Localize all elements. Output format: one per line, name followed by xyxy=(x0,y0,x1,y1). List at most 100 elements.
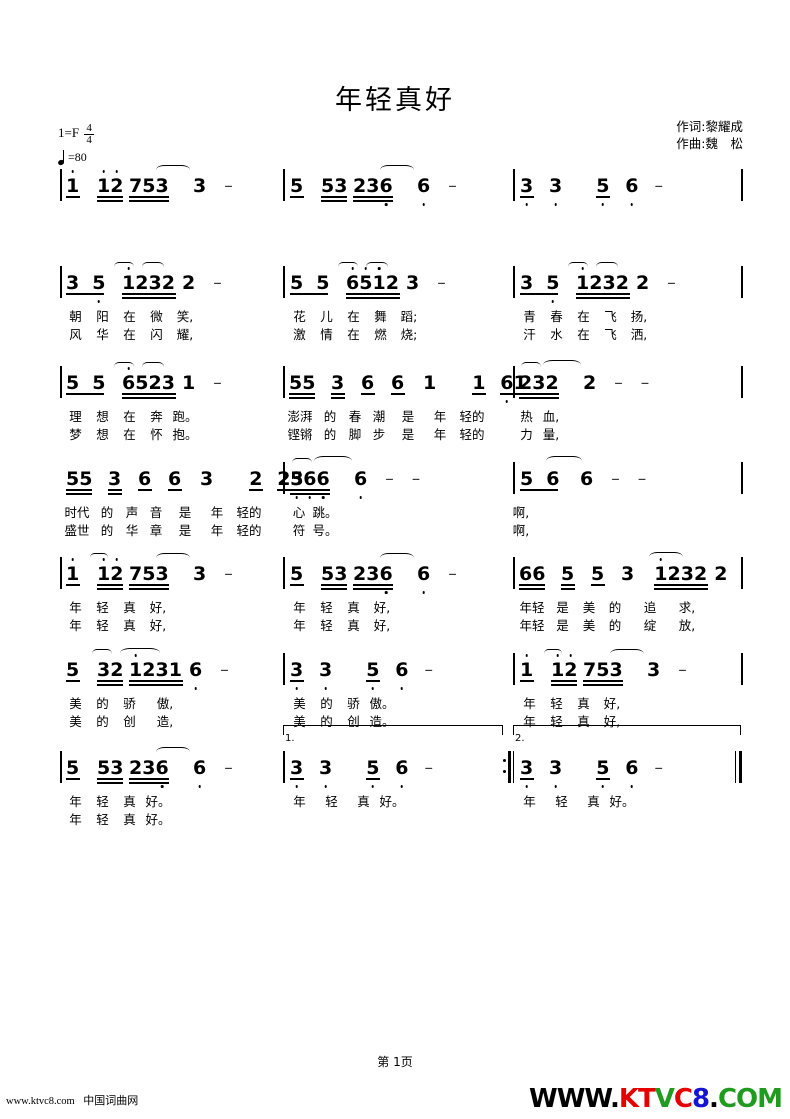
lyrics-line-1: 年轻真好, xyxy=(523,696,621,711)
note: 5 xyxy=(302,372,316,394)
lyrics-line-2: 美的创造。 xyxy=(293,714,395,729)
note: 1 xyxy=(182,372,196,394)
note: 5 xyxy=(66,372,80,394)
note: 2 xyxy=(110,659,124,681)
note: 5 xyxy=(596,659,610,681)
note: 1 xyxy=(97,170,110,197)
note: 1 xyxy=(576,267,589,294)
note: 6 xyxy=(580,468,594,490)
lyrics-line-1: 热血, xyxy=(520,409,560,424)
note: 5 xyxy=(92,372,106,394)
note-row: 3 3 5 6 – xyxy=(520,175,663,206)
note: 2 xyxy=(110,558,123,585)
tempo-value: =80 xyxy=(68,150,87,164)
note: 1 xyxy=(122,267,135,294)
time-signature: 4 4 xyxy=(84,123,95,146)
duration-dash: – xyxy=(614,373,623,393)
system-7: 5 53 236 6 – 年轻真好。 年轻真好。 3 3 5 6 – 年 轻 真… xyxy=(0,747,790,827)
note: 5 xyxy=(290,175,304,197)
note: 3 xyxy=(148,272,162,294)
lyrics-line-1: 年轻真好。 xyxy=(523,794,635,809)
duration-dash: – xyxy=(213,373,222,393)
note: 6 xyxy=(193,757,206,788)
note: 5 xyxy=(290,272,304,294)
note: 6 xyxy=(391,372,405,394)
note: 6 xyxy=(189,659,202,690)
ktvc8-logo: WWW.KTVC8.COM xyxy=(529,1084,783,1114)
lyrics-line-2: 年轻真好。 xyxy=(69,812,171,827)
note: 5 xyxy=(142,175,156,197)
note: 5 xyxy=(561,563,575,585)
note: 3 xyxy=(520,757,533,788)
duration-dash: – xyxy=(667,273,676,293)
note: 1 xyxy=(129,654,142,681)
note: 3 xyxy=(66,272,80,294)
note-row: 35 1 232 2 – xyxy=(520,262,676,303)
note: 2 xyxy=(182,272,196,294)
lyrics-line-1: 年轻是美的追求, xyxy=(519,600,696,615)
note: 3 xyxy=(331,372,345,394)
note: 3 xyxy=(532,372,546,394)
note: 1 xyxy=(520,654,533,681)
note: 5 xyxy=(66,757,80,779)
lyrics-line-1: 年轻真好, xyxy=(293,600,391,615)
note: 5 xyxy=(321,563,335,585)
note: 7 xyxy=(583,659,597,681)
note: 3 xyxy=(520,272,534,294)
note: 3 xyxy=(200,468,214,490)
note-row: 56 6 – – xyxy=(520,456,646,498)
note-row: 1 12 753 3 – xyxy=(520,649,687,689)
note: 1 xyxy=(472,372,486,394)
note: 6 xyxy=(546,468,560,490)
lyrics-line-1: 年轻真好, xyxy=(69,600,167,615)
note: 2 xyxy=(667,563,681,585)
volta-1-label: 1. xyxy=(285,733,295,744)
final-double-barline xyxy=(735,751,743,783)
lyrics-line-2: 年轻真好, xyxy=(293,618,391,633)
lyrics-line-2: 盛世的华章是年轻的 xyxy=(64,523,262,538)
lyrics-line-1: 澎湃的春潮是年轻的 xyxy=(287,409,485,424)
note: 3 xyxy=(155,659,169,681)
note: 5 xyxy=(596,757,609,788)
note-row: 55 3 6 6 1 1 61 xyxy=(289,372,528,403)
note: 2 xyxy=(589,272,603,294)
duration-dash: – xyxy=(654,758,663,778)
note: 5 xyxy=(366,757,379,788)
note-row: 3 3 5 6 – xyxy=(520,757,663,788)
note: 6 xyxy=(346,267,359,294)
lyrics-line-1: 理想在奔跑。 xyxy=(69,409,198,424)
note: 5 xyxy=(359,267,372,294)
duration-dash: – xyxy=(411,469,421,489)
note: 3 xyxy=(155,563,169,585)
note: 6 xyxy=(379,175,393,206)
lyrics-line-2: 激情在燃烧; xyxy=(293,327,418,342)
note: 2 xyxy=(249,468,263,490)
duration-dash: – xyxy=(213,273,222,293)
barline xyxy=(283,366,285,398)
note: 6 xyxy=(316,468,330,499)
note: 6 xyxy=(138,468,152,490)
note: 3 xyxy=(193,563,207,585)
note-row: 5 53 236 6 – xyxy=(290,165,457,206)
note: 6 xyxy=(168,468,182,490)
credits-block: 作词:黎耀成 作曲:魏 松 xyxy=(676,118,743,152)
volta-bracket-2: 2. xyxy=(513,725,741,744)
note: 2 xyxy=(135,272,149,294)
note: 2 xyxy=(583,372,597,394)
note: 6 xyxy=(417,175,430,206)
note: 7 xyxy=(129,563,143,585)
note: 6 xyxy=(532,563,546,585)
lyrics-line-1: 时代的声音是年轻的 xyxy=(64,505,262,520)
lyrics-line-2: 风华在闪耀, xyxy=(69,327,194,342)
note: 2 xyxy=(129,757,143,779)
lyrics-line-1: 年轻真好。 xyxy=(293,794,405,809)
system-4: 55 3 6 6 3 2 23 时代的声音是年轻的 盛世的华章是年轻的 5 6 … xyxy=(0,456,790,538)
note: 2 xyxy=(353,175,367,197)
note: 5 xyxy=(97,757,111,779)
note: 5 xyxy=(289,372,303,394)
lyricist-line: 作词:黎耀成 xyxy=(676,119,743,134)
note: 3 xyxy=(406,272,420,294)
note: 3 xyxy=(142,757,156,779)
note-row: 3 3 5 6 – xyxy=(290,659,433,690)
note: 1 xyxy=(372,267,386,294)
